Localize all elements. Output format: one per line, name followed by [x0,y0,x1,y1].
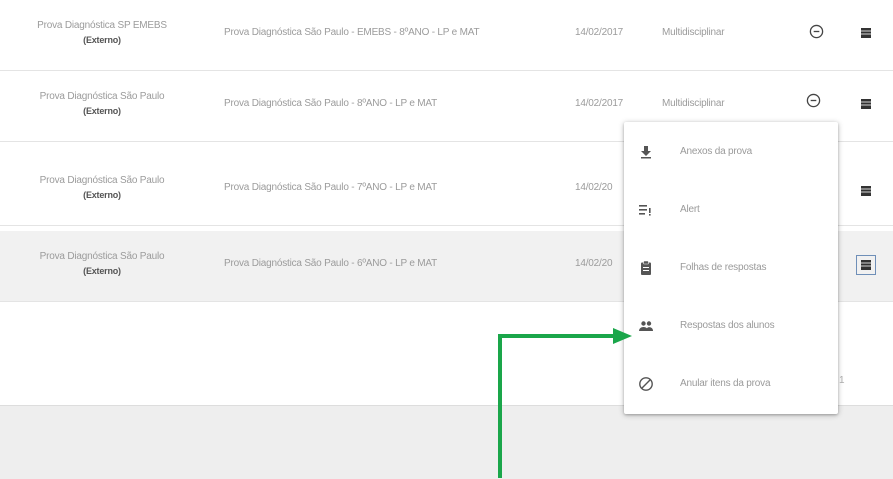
annotation-arrow [498,328,632,478]
